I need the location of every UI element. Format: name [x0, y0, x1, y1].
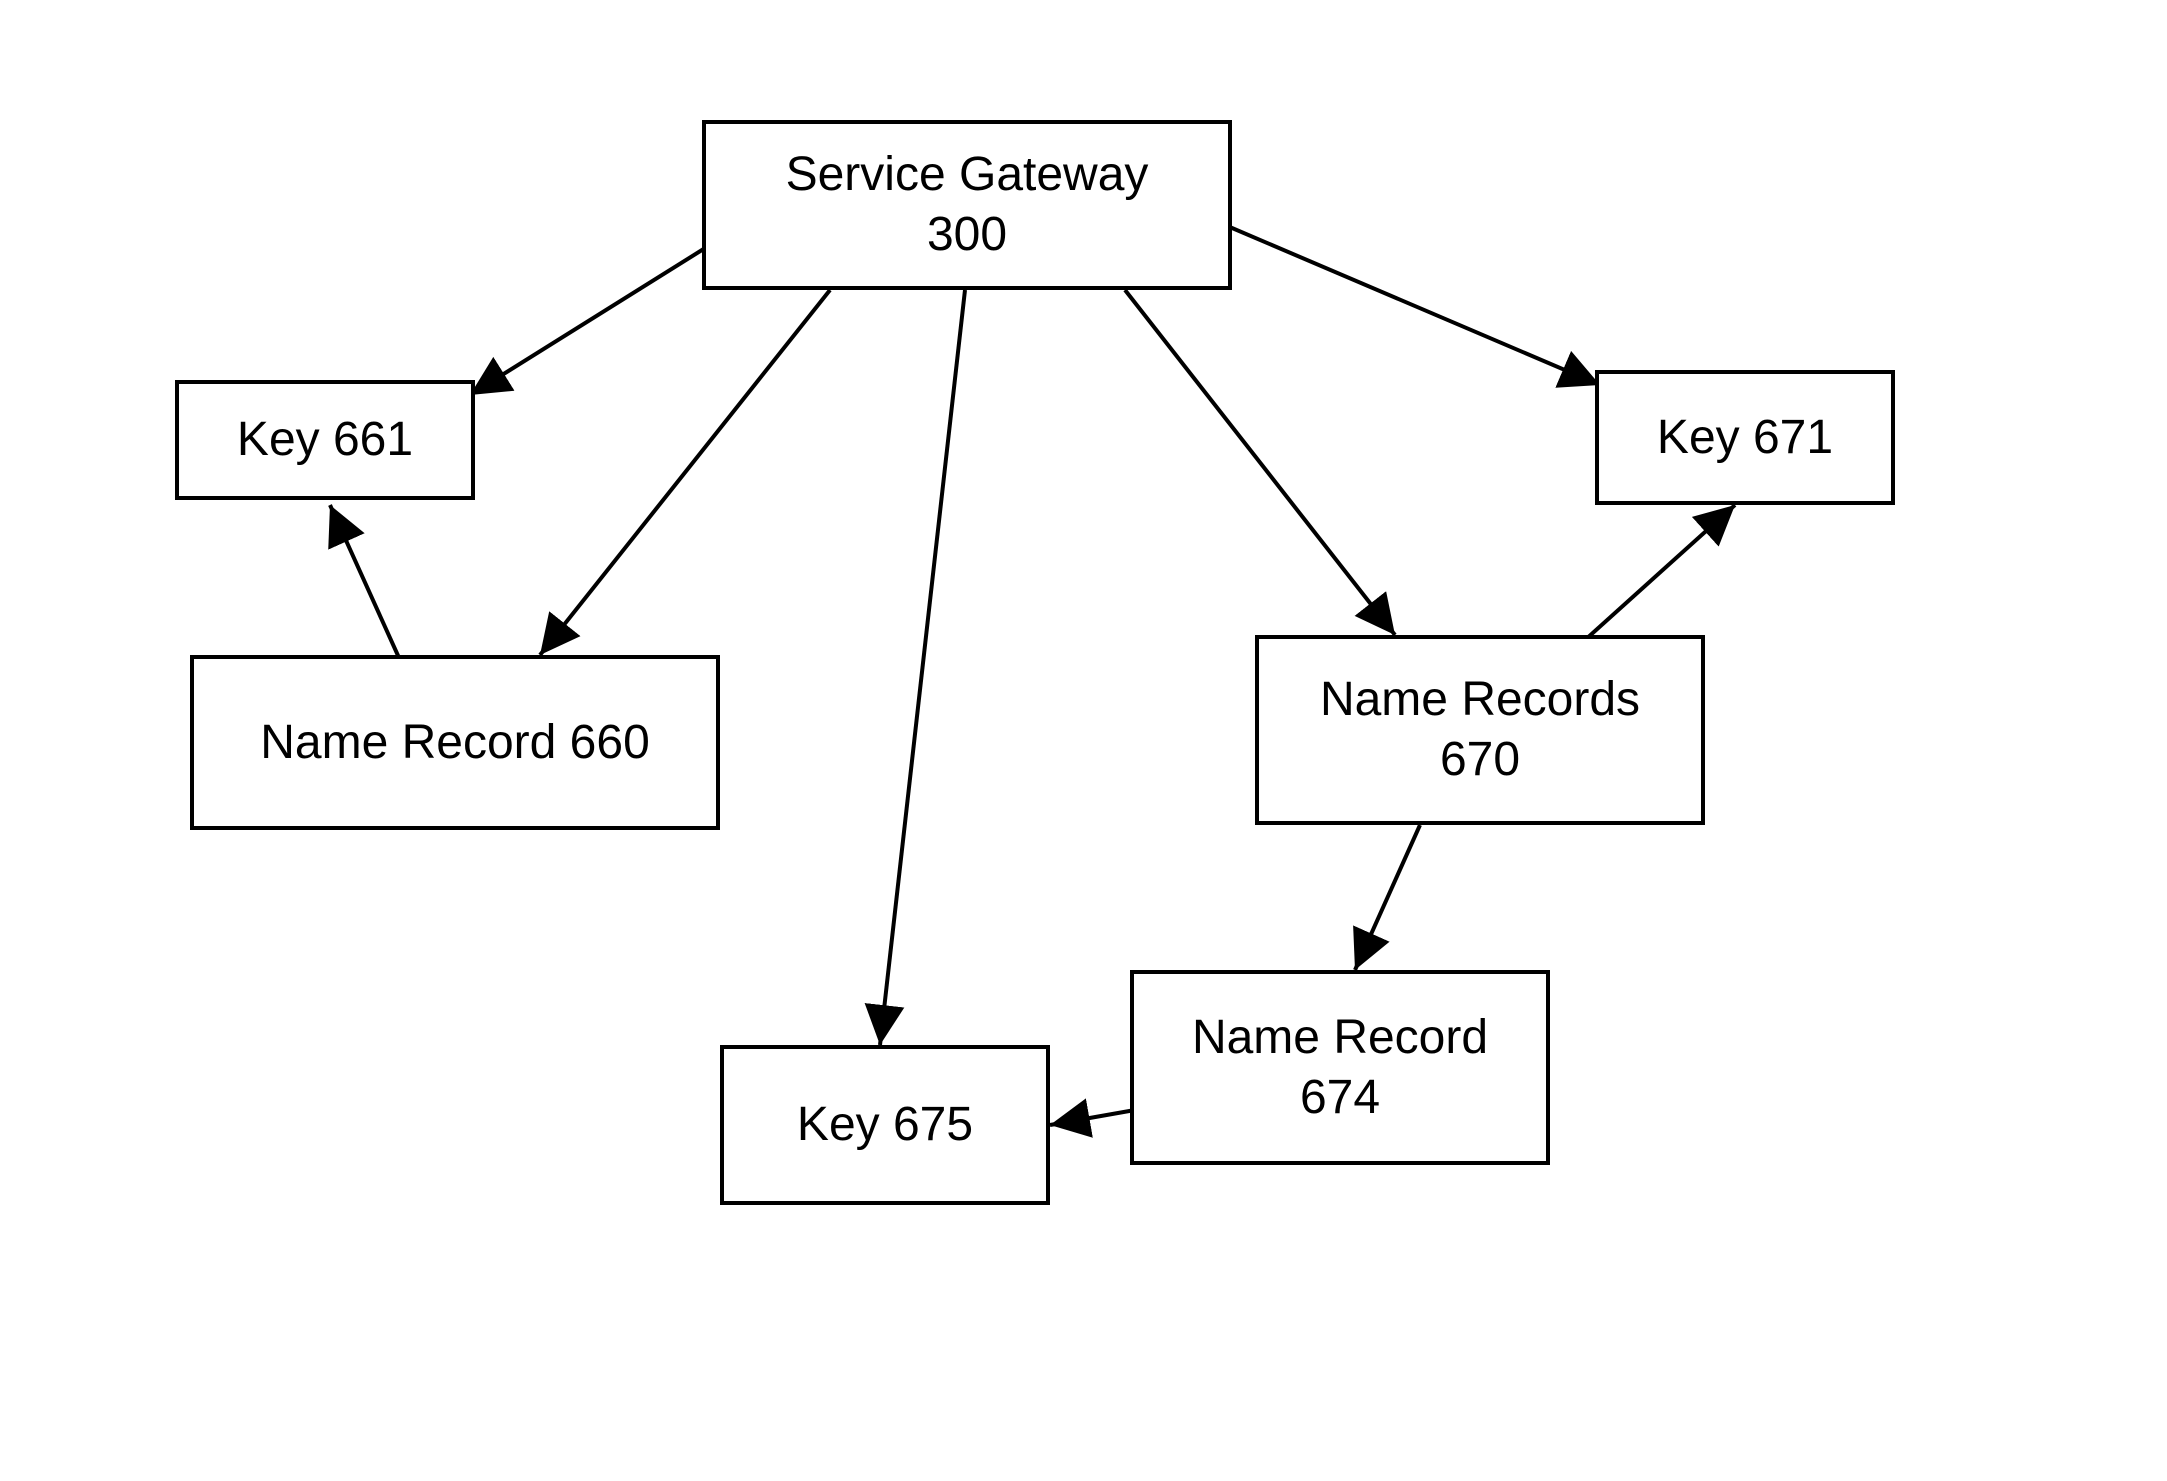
- node-label: 670: [1440, 730, 1520, 790]
- node-service-gateway: Service Gateway 300: [702, 120, 1232, 290]
- node-label: Key 671: [1657, 408, 1833, 468]
- node-label: Key 661: [237, 410, 413, 470]
- node-label: Key 675: [797, 1095, 973, 1155]
- node-label: 674: [1300, 1068, 1380, 1128]
- node-label: 300: [927, 205, 1007, 265]
- node-label: Name Record 660: [260, 713, 650, 773]
- node-label: Service Gateway: [786, 145, 1149, 205]
- node-name-records-670: Name Records 670: [1255, 635, 1705, 825]
- node-key-675: Key 675: [720, 1045, 1050, 1205]
- node-name-record-674: Name Record 674: [1130, 970, 1550, 1165]
- node-label: Name Record: [1192, 1008, 1488, 1068]
- node-label: Name Records: [1320, 670, 1640, 730]
- node-key-671: Key 671: [1595, 370, 1895, 505]
- node-key-661: Key 661: [175, 380, 475, 500]
- node-name-record-660: Name Record 660: [190, 655, 720, 830]
